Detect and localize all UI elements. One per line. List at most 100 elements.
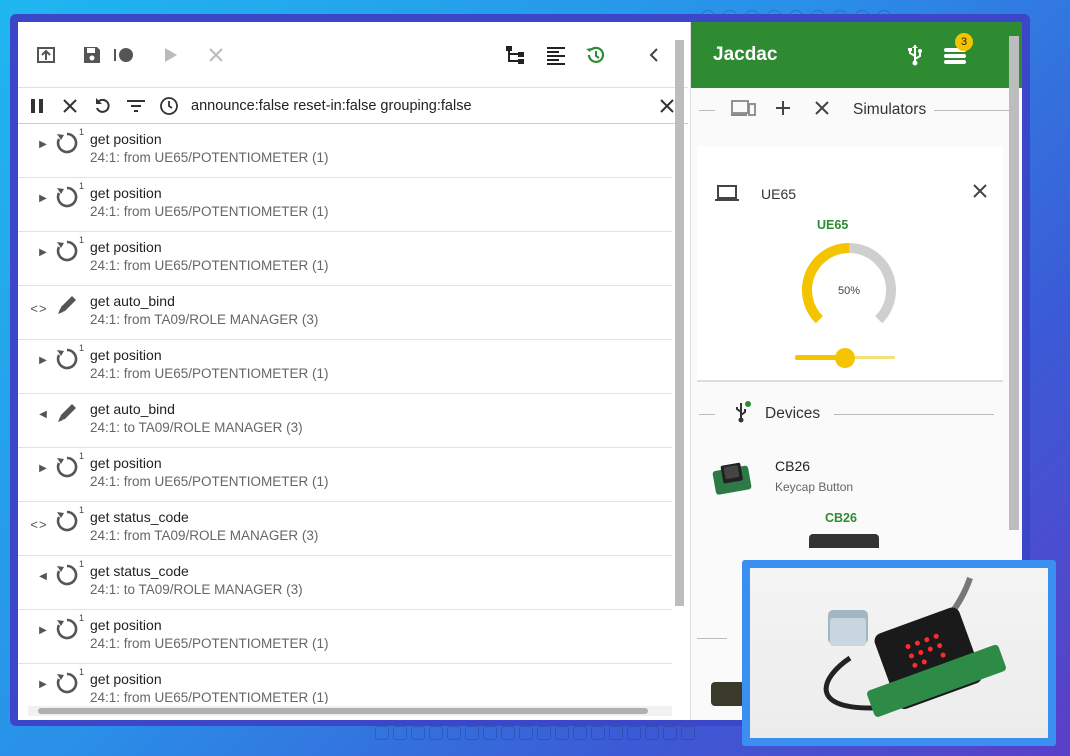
right-scrollbar[interactable] xyxy=(1009,36,1019,530)
packet-row[interactable]: ▶ 1 get position 24:1: from UE65/POTENTIOME… xyxy=(18,448,672,502)
simulator-card: UE65 UE65 50% xyxy=(697,146,1003,382)
filter-bar: announce:false reset-in:false grouping:f… xyxy=(18,88,688,124)
packet-source: 24:1: from UE65/POTENTIOMETER (1) xyxy=(90,150,329,165)
expand-arrow-icon[interactable]: ▶ xyxy=(32,346,54,366)
webcam-image xyxy=(750,568,1048,738)
packet-row[interactable]: <> get auto_bind 24:1: from TA09/ROLE MANA… xyxy=(18,286,672,340)
packet-count: 1 xyxy=(79,181,85,191)
packet-title: get status_code xyxy=(90,509,189,525)
packet-count: 1 xyxy=(79,505,85,515)
packet-count: 1 xyxy=(79,127,85,137)
device-description: Keycap Button xyxy=(775,480,854,494)
packet-title: get position xyxy=(90,347,162,363)
packet-title: get position xyxy=(90,185,162,201)
console-toolbar xyxy=(18,22,688,88)
expand-arrow-icon[interactable]: ▶ xyxy=(32,184,54,204)
tree-icon[interactable] xyxy=(502,41,530,69)
packet-source: 24:1: from TA09/ROLE MANAGER (3) xyxy=(90,528,319,543)
packet-title: get auto_bind xyxy=(90,293,175,309)
device-count-badge: 3 xyxy=(955,33,973,51)
clear-simulators-icon[interactable] xyxy=(815,100,829,120)
packet-title: get position xyxy=(90,671,162,687)
horizontal-scrollbar[interactable] xyxy=(28,706,672,716)
packet-row[interactable]: ▶ 1 get position 24:1: from UE65/POTENTIOME… xyxy=(18,610,672,664)
clear-icon[interactable] xyxy=(59,95,81,117)
pencil-icon xyxy=(54,400,88,430)
packet-title: get position xyxy=(90,239,162,255)
save-icon[interactable] xyxy=(78,41,106,69)
packet-row[interactable]: <> 1 get status_code 24:1: from TA09/ROLE M… xyxy=(18,502,672,556)
text-align-icon[interactable] xyxy=(542,41,570,69)
packet-row[interactable]: ◀ get auto_bind 24:1: to TA09/ROLE MANAGER… xyxy=(18,394,672,448)
close-icon[interactable] xyxy=(202,41,230,69)
packet-count: 1 xyxy=(79,667,85,677)
packet-count: 1 xyxy=(79,235,85,245)
simulators-label: Simulators xyxy=(853,101,927,118)
packet-row[interactable]: ▶ 1 get position 24:1: from UE65/POTENTIOME… xyxy=(18,178,672,232)
close-simulator-icon[interactable] xyxy=(973,184,987,203)
packet-console: announce:false reset-in:false grouping:f… xyxy=(18,22,688,720)
add-simulator-icon[interactable] xyxy=(775,100,791,121)
packet-title: get position xyxy=(90,131,162,147)
jacdac-title: Jacdac xyxy=(713,44,778,65)
packet-source: 24:1: from UE65/POTENTIOMETER (1) xyxy=(90,636,329,651)
usb-icon[interactable] xyxy=(907,44,923,71)
pause-icon[interactable] xyxy=(26,95,48,117)
keycap-preview[interactable] xyxy=(809,534,879,548)
simulators-bar: Simulators xyxy=(691,88,1022,132)
incoming-arrow-icon[interactable]: ◀ xyxy=(32,562,54,582)
webcam-overlay xyxy=(742,560,1056,746)
chevron-left-icon[interactable] xyxy=(640,41,668,69)
refresh-icon[interactable] xyxy=(92,95,114,117)
packet-row[interactable]: ◀ 1 get status_code 24:1: to TA09/ROLE MANA… xyxy=(18,556,672,610)
keycap-button-image xyxy=(711,458,755,503)
packet-row[interactable]: ▶ 1 get position 24:1: from UE65/POTENTIOME… xyxy=(18,340,672,394)
simulator-device-name: UE65 xyxy=(761,186,797,202)
packet-source: 24:1: from UE65/POTENTIOMETER (1) xyxy=(90,204,329,219)
simulator-devices-icon[interactable] xyxy=(731,99,757,122)
packet-source: 24:1: from UE65/POTENTIOMETER (1) xyxy=(90,474,329,489)
record-icon[interactable] xyxy=(110,41,138,69)
usb-connected-icon xyxy=(733,400,751,428)
packet-source: 24:1: from UE65/POTENTIOMETER (1) xyxy=(90,690,329,704)
rotate-icon: 1 xyxy=(54,181,88,214)
laptop-icon xyxy=(715,184,739,207)
clock-icon[interactable] xyxy=(158,95,180,117)
gauge-label: UE65 xyxy=(817,218,849,232)
play-icon[interactable] xyxy=(156,41,184,69)
vertical-scrollbar[interactable] xyxy=(675,40,684,606)
code-icon[interactable]: <> xyxy=(30,508,54,532)
packet-list: ▶ 1 get position 24:1: from UE65/POTENTIOME… xyxy=(18,124,672,704)
packet-count: 1 xyxy=(79,613,85,623)
packet-title: get status_code xyxy=(90,563,189,579)
incoming-arrow-icon[interactable]: ◀ xyxy=(32,400,54,420)
filter-input[interactable]: announce:false reset-in:false grouping:f… xyxy=(191,98,656,114)
secondary-device-thumbnail xyxy=(711,682,745,706)
expand-arrow-icon[interactable]: ▶ xyxy=(32,670,54,690)
upload-icon[interactable] xyxy=(32,41,60,69)
rotate-icon: 1 xyxy=(54,451,88,484)
filter-icon[interactable] xyxy=(125,95,147,117)
packet-count: 1 xyxy=(79,343,85,353)
position-slider[interactable] xyxy=(795,348,895,368)
packet-source: 24:1: to TA09/ROLE MANAGER (3) xyxy=(90,420,303,435)
packet-title: get auto_bind xyxy=(90,401,175,417)
packet-title: get position xyxy=(90,617,162,633)
expand-arrow-icon[interactable]: ▶ xyxy=(32,454,54,474)
expand-arrow-icon[interactable]: ▶ xyxy=(32,616,54,636)
expand-arrow-icon[interactable]: ▶ xyxy=(32,130,54,150)
history-icon[interactable] xyxy=(582,41,610,69)
packet-row[interactable]: ▶ 1 get position 24:1: from UE65/POTENTIOME… xyxy=(18,664,672,704)
code-icon[interactable]: <> xyxy=(30,292,54,316)
rotate-icon: 1 xyxy=(54,127,88,160)
rotate-icon: 1 xyxy=(54,667,88,700)
potentiometer-gauge: 50% xyxy=(802,243,896,324)
rotate-icon: 1 xyxy=(54,505,88,538)
rotate-icon: 1 xyxy=(54,235,88,268)
rotate-icon: 1 xyxy=(54,343,88,376)
expand-arrow-icon[interactable]: ▶ xyxy=(32,238,54,258)
slider-thumb[interactable] xyxy=(835,348,855,368)
packet-row[interactable]: ▶ 1 get position 24:1: from UE65/POTENTIOME… xyxy=(18,124,672,178)
packet-row[interactable]: ▶ 1 get position 24:1: from UE65/POTENTIOME… xyxy=(18,232,672,286)
taskbar-overlay-bottom xyxy=(340,722,730,744)
